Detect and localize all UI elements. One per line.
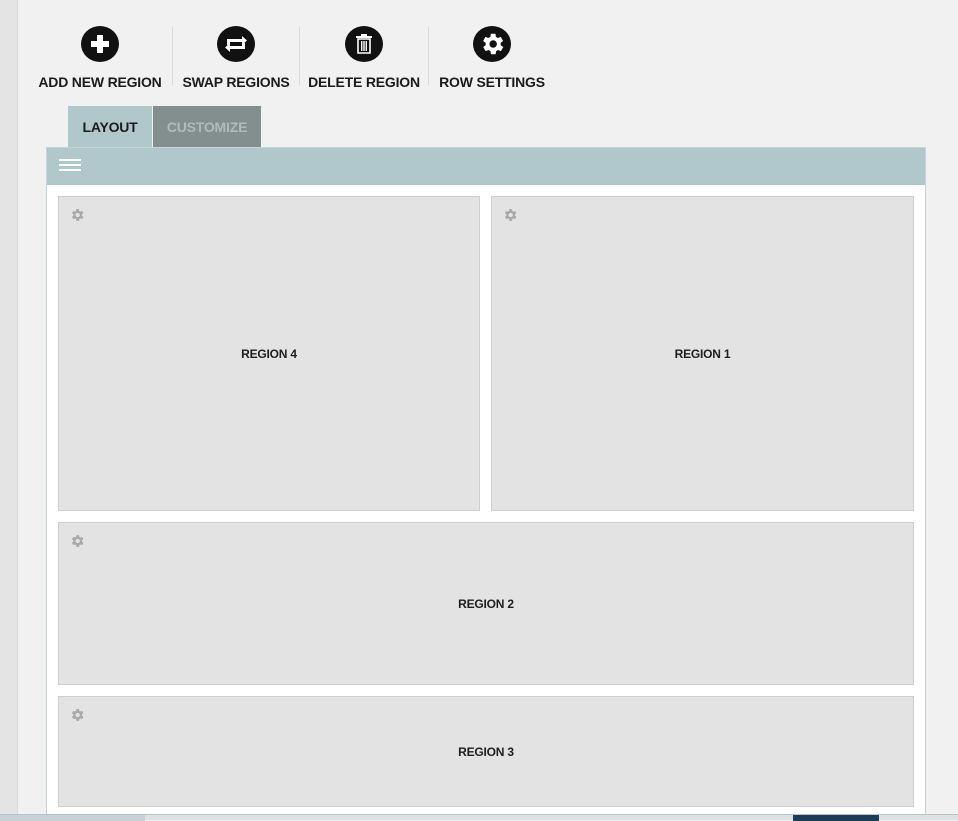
row-settings-label: ROW SETTINGS <box>439 74 545 90</box>
menu-icon[interactable] <box>59 159 81 173</box>
region-1[interactable]: REGION 1 <box>491 196 914 511</box>
left-gutter <box>0 0 18 820</box>
swap-regions-label: SWAP REGIONS <box>182 74 290 90</box>
toolbar: ADD NEW REGION SWAP REGIONS DELETE REGIO… <box>28 24 555 90</box>
region-2[interactable]: REGION 2 <box>58 522 914 685</box>
region-settings-icon[interactable] <box>69 207 85 223</box>
tab-customize[interactable]: CUSTOMIZE <box>153 106 261 148</box>
region-label: REGION 4 <box>241 346 297 361</box>
region-3[interactable]: REGION 3 <box>58 696 914 807</box>
layout-editor: REGION 4 REGION 1 REGION 2 REGION 3 <box>46 147 926 815</box>
editor-header <box>47 148 925 185</box>
swap-icon <box>217 26 255 62</box>
add-new-region-label: ADD NEW REGION <box>38 74 162 90</box>
region-settings-icon[interactable] <box>502 207 518 223</box>
delete-region-label: DELETE REGION <box>308 74 420 90</box>
region-label: REGION 1 <box>674 346 731 361</box>
bottom-bar <box>0 814 958 821</box>
delete-region-button[interactable]: DELETE REGION <box>300 24 428 90</box>
bottom-bar-segment <box>0 815 145 821</box>
region-label: REGION 3 <box>458 744 514 759</box>
logo-fragment <box>793 815 879 821</box>
row-settings-button[interactable]: ROW SETTINGS <box>429 24 555 90</box>
tab-layout[interactable]: LAYOUT <box>68 106 152 148</box>
tab-bar: LAYOUT CUSTOMIZE <box>68 106 261 148</box>
gear-icon <box>473 26 511 62</box>
region-settings-icon[interactable] <box>69 707 85 723</box>
plus-icon <box>81 26 119 62</box>
swap-regions-button[interactable]: SWAP REGIONS <box>173 24 299 90</box>
trash-icon <box>345 26 383 62</box>
region-settings-icon[interactable] <box>69 533 85 549</box>
add-new-region-button[interactable]: ADD NEW REGION <box>28 24 172 90</box>
region-4[interactable]: REGION 4 <box>58 196 480 511</box>
region-label: REGION 2 <box>458 596 514 611</box>
